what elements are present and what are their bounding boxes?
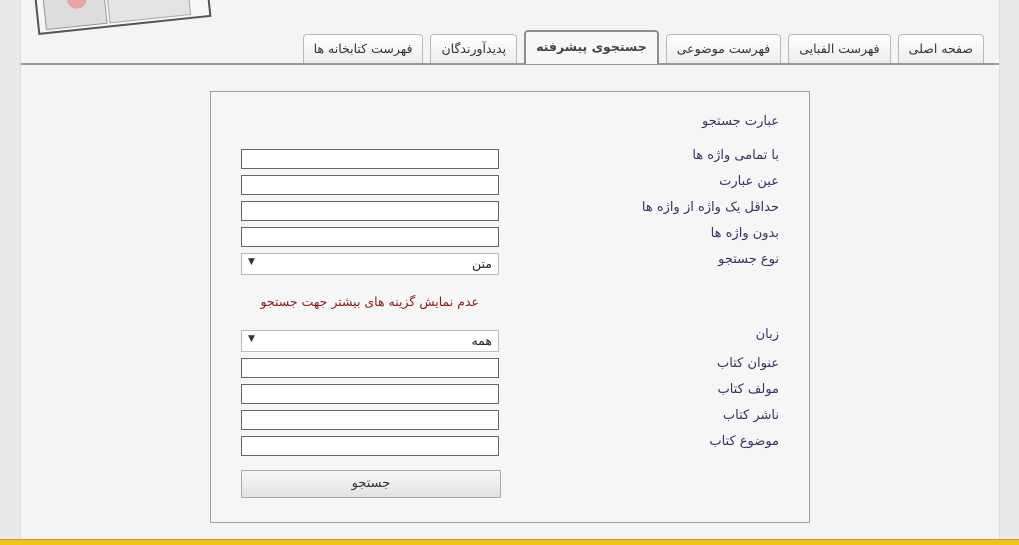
all-words-input[interactable]	[241, 149, 499, 169]
book-subject-input[interactable]	[241, 436, 499, 456]
language-value: همه	[471, 333, 492, 348]
any-word-input[interactable]	[241, 201, 499, 221]
tab-authors[interactable]: پدیدآورندگان	[430, 34, 518, 63]
book-publisher-input[interactable]	[241, 410, 499, 430]
book-publisher-label: ناشر کتاب	[722, 408, 779, 423]
tab-alphabetical-index[interactable]: فهرست الفبایی	[788, 34, 891, 63]
book-title-input[interactable]	[241, 358, 499, 378]
search-type-label: نوع جستجو	[718, 252, 779, 267]
tab-advanced-search[interactable]: جستجوی پیشرفته	[524, 30, 659, 64]
page-container: صفحه اصلی فهرست الفبایی فهرست موضوعی جست…	[20, 0, 1000, 540]
any-word-label: حداقل یک واژه از واژه ها	[641, 200, 779, 215]
without-words-input[interactable]	[241, 227, 499, 247]
main-tabs: صفحه اصلی فهرست الفبایی فهرست موضوعی جست…	[302, 30, 984, 64]
tab-libraries-index[interactable]: فهرست کتابخانه ها	[302, 34, 424, 63]
chevron-down-icon: ▼	[248, 257, 255, 267]
toggle-more-options-link[interactable]: عدم نمایش گزینه های بیشتر جهت جستجو	[260, 294, 479, 309]
book-subject-label: موضوع کتاب	[709, 434, 779, 449]
language-select[interactable]: همه ▼	[241, 330, 499, 352]
all-words-label: با تمامی واژه ها	[692, 148, 779, 163]
language-label: زبان	[755, 327, 779, 342]
tab-home[interactable]: صفحه اصلی	[897, 34, 984, 63]
search-button[interactable]: جستجو	[241, 470, 501, 498]
book-author-label: مولف کتاب	[717, 382, 779, 397]
chevron-down-icon: ▼	[248, 334, 255, 344]
logo-panel	[105, 0, 192, 24]
search-type-value: متن	[472, 256, 492, 271]
without-words-label: بدون واژه ها	[710, 226, 779, 241]
footer-accent-bar	[0, 539, 1019, 545]
search-type-select[interactable]: متن ▼	[241, 253, 499, 275]
book-author-input[interactable]	[241, 384, 499, 404]
search-phrase-heading: عبارت جستجو	[702, 114, 779, 129]
exact-phrase-label: عین عبارت	[719, 174, 779, 189]
tab-subject-index[interactable]: فهرست موضوعی	[665, 34, 782, 63]
advanced-search-form: عبارت جستجو با تمامی واژه ها عین عبارت ح…	[210, 91, 810, 523]
book-title-label: عنوان کتاب	[717, 356, 779, 371]
exact-phrase-input[interactable]	[241, 175, 499, 195]
site-logo	[32, 0, 212, 35]
